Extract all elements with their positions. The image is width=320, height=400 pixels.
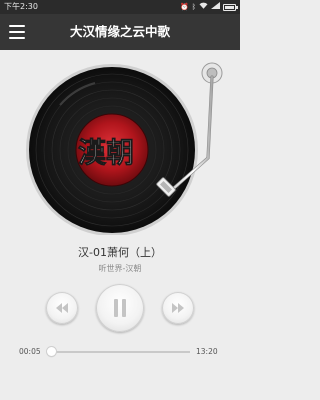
artist-name: 听世界-汉朝 xyxy=(98,264,142,273)
play-pause-button[interactable] xyxy=(96,284,144,332)
seek-thumb[interactable] xyxy=(46,347,56,356)
hamburger-menu-icon[interactable] xyxy=(9,25,25,39)
seek-track[interactable] xyxy=(47,351,190,353)
pause-icon xyxy=(114,299,126,317)
title-bar: 大汉情缘之云中歌 xyxy=(0,14,240,50)
album-label: 漢朝 xyxy=(75,113,149,187)
status-time: 下午2:30 xyxy=(4,2,38,11)
progress-bar: 00:05 13:20 xyxy=(0,342,240,362)
record-player: 漢朝 xyxy=(0,50,240,236)
bluetooth-icon: ᛒ xyxy=(191,3,196,11)
total-time: 13:20 xyxy=(196,347,218,356)
wifi-icon xyxy=(199,0,208,14)
signal-icon xyxy=(211,0,220,14)
track-title: 汉-01萧何（上） xyxy=(78,246,162,259)
current-time: 00:05 xyxy=(19,347,41,356)
fast-forward-icon xyxy=(172,303,184,313)
next-button[interactable] xyxy=(162,292,194,324)
page-title: 大汉情缘之云中歌 xyxy=(69,24,170,39)
previous-button[interactable] xyxy=(46,292,78,324)
album-logo-main: 漢朝 xyxy=(78,136,134,169)
status-bar: 下午2:30 ⏰ ᛒ xyxy=(0,0,240,14)
status-icons: ⏰ ᛒ xyxy=(180,0,238,14)
alarm-icon: ⏰ xyxy=(180,3,189,11)
battery-icon xyxy=(223,3,238,11)
rewind-icon xyxy=(56,303,68,313)
